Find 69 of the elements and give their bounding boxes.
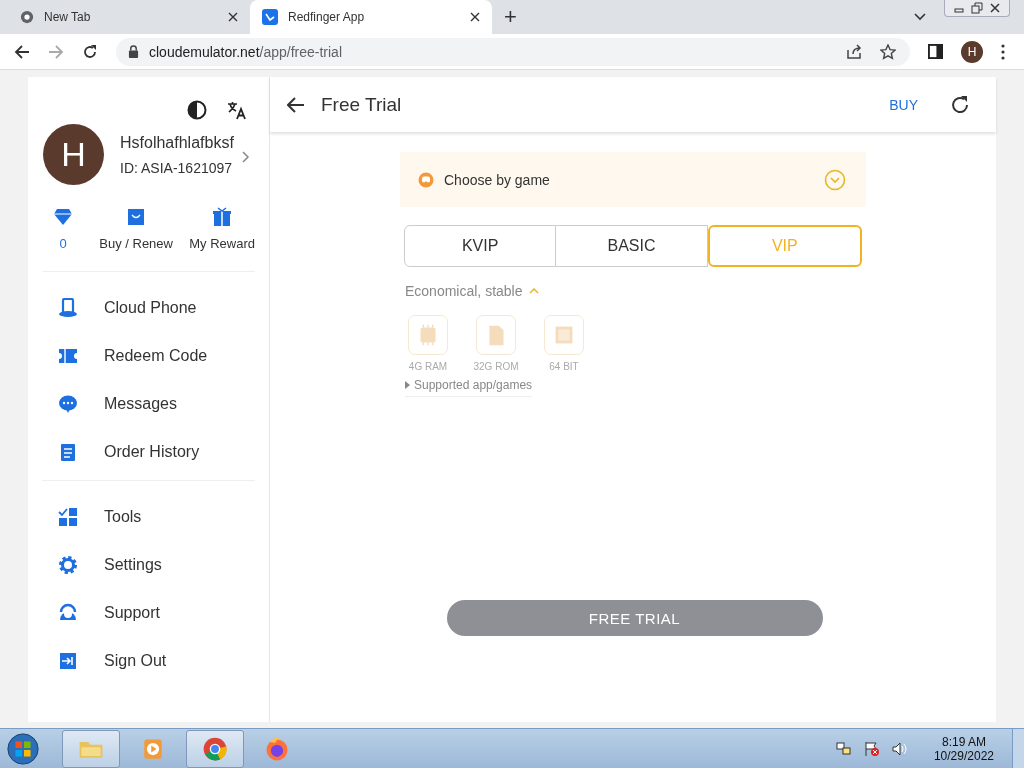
game-picker[interactable]: Choose by game <box>400 152 866 207</box>
menu-item[interactable]: Support <box>42 589 255 637</box>
menu-item[interactable]: Messages <box>42 380 255 428</box>
chevron-up-icon <box>528 288 539 294</box>
user-id: ID: ASIA-1621097 <box>120 159 234 176</box>
restore-icon[interactable] <box>971 2 983 14</box>
menu-item[interactable]: Sign Out <box>42 637 255 685</box>
supported-apps-link[interactable]: Supported app/games <box>405 378 533 397</box>
network-icon[interactable] <box>835 740 852 757</box>
menu-item[interactable]: Cloud Phone <box>42 284 255 332</box>
spec-label: 32G ROM <box>473 361 519 372</box>
chevron-down-circle-icon <box>824 168 846 191</box>
more-icon[interactable] <box>1001 43 1005 60</box>
sign-out-icon <box>58 651 78 671</box>
close-icon[interactable] <box>228 12 238 22</box>
chevron-right-icon[interactable] <box>241 150 250 163</box>
close-icon[interactable] <box>470 12 480 22</box>
stat-link[interactable]: My Reward <box>189 236 255 251</box>
contrast-icon[interactable] <box>187 100 207 120</box>
settings-icon <box>58 555 78 575</box>
url-text: cloudemulator.net/app/free-trial <box>149 43 342 60</box>
clipboard-icon <box>58 442 78 462</box>
spec-label: 64 BIT <box>549 361 579 372</box>
menu-item[interactable]: Settings <box>42 541 255 589</box>
share-icon[interactable] <box>846 43 862 60</box>
stat-link[interactable]: Buy / Renew <box>99 236 173 251</box>
triangle-right-icon <box>405 381 410 389</box>
back-arrow-icon[interactable] <box>287 96 305 113</box>
reload-icon[interactable] <box>82 43 98 60</box>
user-avatar: H <box>43 124 104 185</box>
browser-tab[interactable]: New Tab <box>8 0 250 34</box>
flag-error-icon[interactable] <box>863 740 880 757</box>
menu-item[interactable]: Order History <box>42 428 255 476</box>
plan-summary-toggle[interactable]: Economical, stable <box>405 283 539 299</box>
spec-label: 4G RAM <box>408 361 448 372</box>
back-icon[interactable] <box>14 43 30 60</box>
lock-icon <box>128 45 139 58</box>
side-panel-icon[interactable] <box>928 44 943 59</box>
speaker-icon[interactable] <box>891 740 908 757</box>
balance-count[interactable]: 0 <box>59 236 67 251</box>
diamond-icon[interactable] <box>53 207 73 227</box>
clock[interactable]: 8:19 AM 10/29/2022 <box>925 734 1002 763</box>
ticket-icon <box>58 346 78 366</box>
taskbar-button[interactable] <box>186 729 244 768</box>
profile-avatar[interactable]: H <box>961 40 983 63</box>
browser-tab[interactable]: Redfinger App <box>250 0 492 34</box>
shopping-bag-icon[interactable] <box>126 207 147 227</box>
translate-icon[interactable] <box>227 100 247 120</box>
app-icon <box>262 9 278 25</box>
refresh-icon[interactable] <box>950 94 970 115</box>
start-orb-icon[interactable] <box>6 731 40 766</box>
phone-icon <box>58 298 78 318</box>
close-icon[interactable] <box>989 2 1001 14</box>
grid-check-icon <box>58 507 78 527</box>
user-name: Hsfolhafhlafbksf <box>120 133 234 152</box>
headset-icon <box>58 603 78 623</box>
gift-icon[interactable] <box>212 207 233 227</box>
new-tab-button[interactable]: + <box>492 4 529 30</box>
window-controls[interactable] <box>944 0 1010 17</box>
menu-item[interactable]: Redeem Code <box>42 332 255 380</box>
buy-link[interactable]: BUY <box>889 96 918 113</box>
menu-item[interactable]: Tools <box>42 493 255 541</box>
address-field[interactable]: cloudemulator.net/app/free-trial <box>116 37 910 66</box>
plan-tab[interactable]: KVIP <box>404 225 557 267</box>
plan-tab[interactable]: BASIC <box>556 225 708 267</box>
chat-bubble-icon <box>58 394 78 414</box>
page-title: Free Trial <box>321 93 402 116</box>
chevron-down-icon[interactable] <box>914 13 926 21</box>
star-icon[interactable] <box>880 43 896 60</box>
